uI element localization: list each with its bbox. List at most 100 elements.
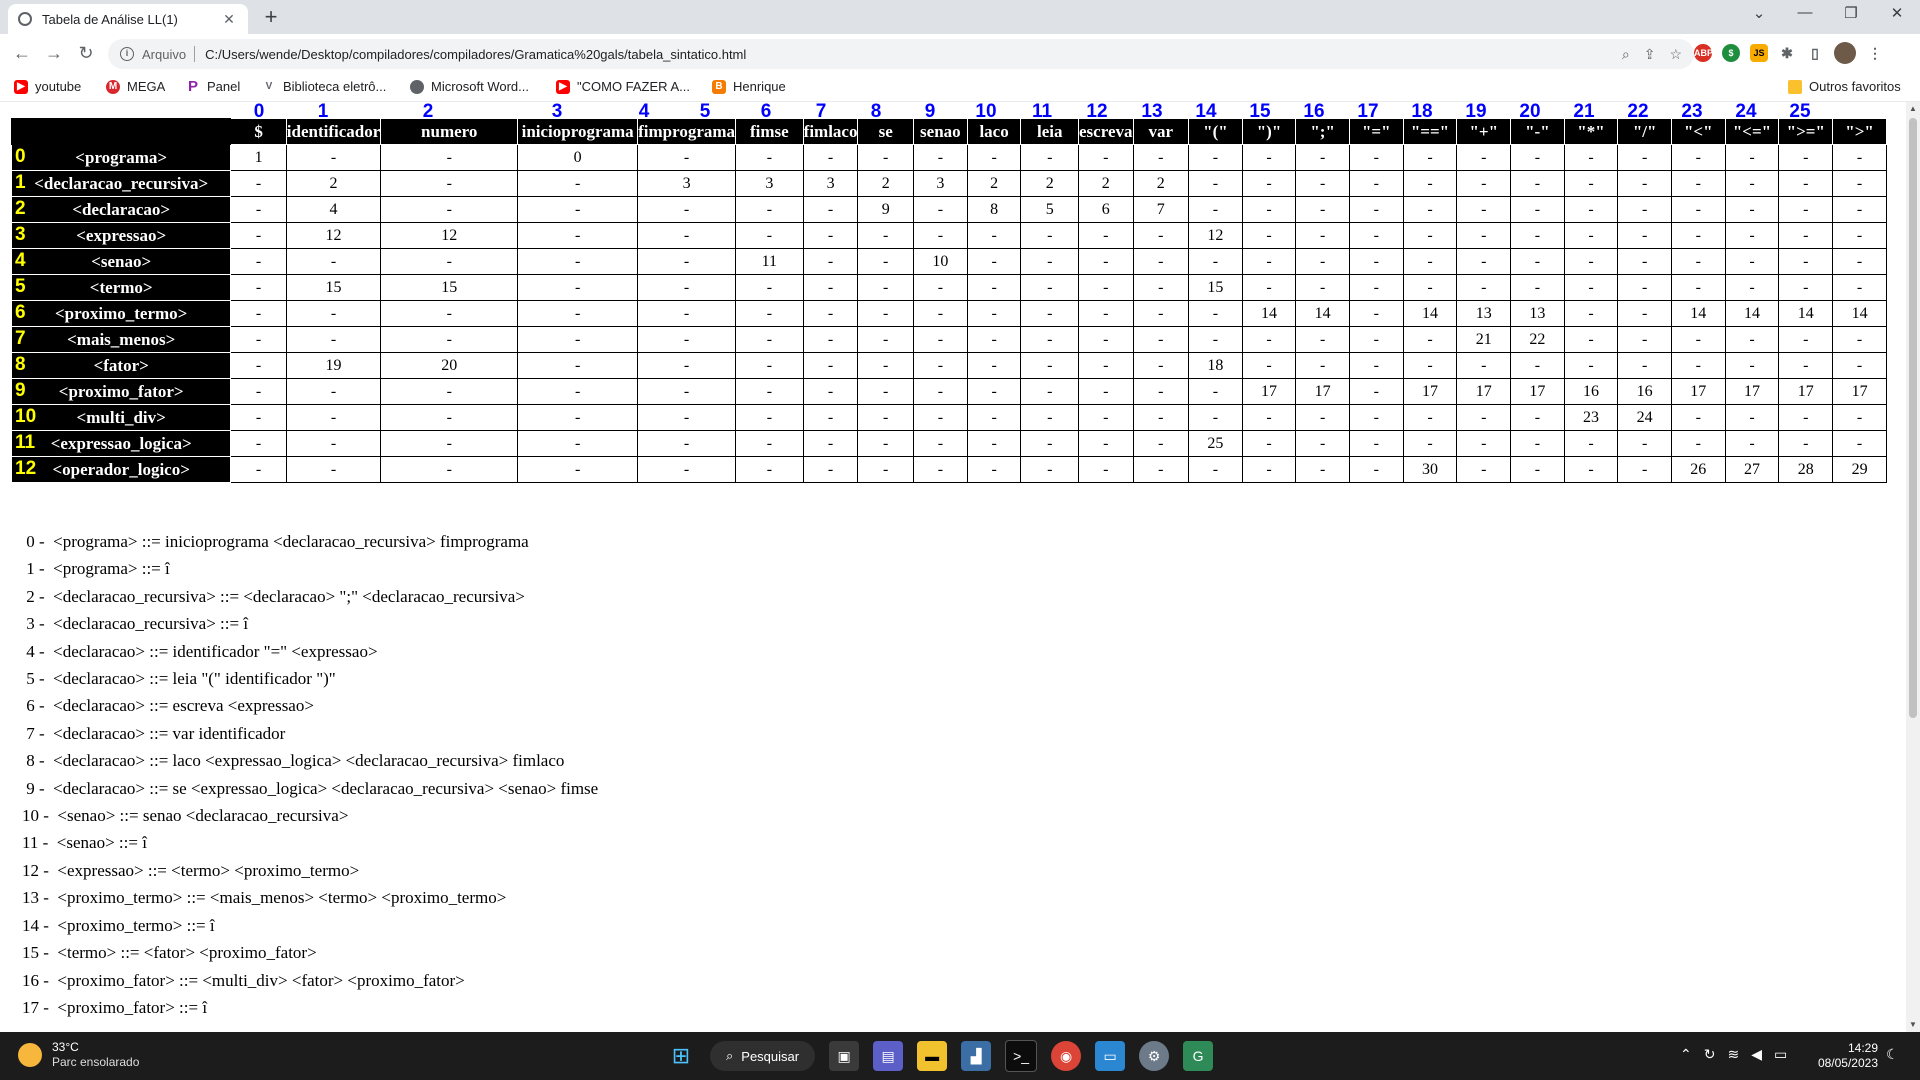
bookmark-panel[interactable]: P Panel — [186, 79, 240, 95]
new-tab-button[interactable]: + — [258, 4, 284, 30]
chevron-up-icon[interactable]: ⌃ — [1680, 1046, 1692, 1063]
speaker-icon[interactable]: ◀ — [1751, 1046, 1762, 1063]
task-view-icon[interactable]: ▣ — [829, 1041, 860, 1071]
table-cell: - — [517, 352, 639, 379]
bookmark-mega[interactable]: M MEGA — [106, 79, 165, 94]
windows-start-icon[interactable]: ⊞ — [666, 1041, 696, 1071]
address-bar[interactable]: i Arquivo C:/Users/wende/Desktop/compila… — [108, 39, 1694, 69]
table-cell: - — [1402, 144, 1458, 171]
bookmark-como-fazer[interactable]: ▶ "COMO FAZER A... — [556, 79, 690, 94]
zoom-icon[interactable]: ⌕ — [1622, 46, 1630, 63]
close-tab-icon[interactable]: ✕ — [220, 11, 238, 28]
row-header: 2 <declaracao> — [10, 196, 232, 223]
table-cell: - — [1778, 404, 1834, 431]
bookmark-youtube[interactable]: ▶ youtube — [14, 79, 81, 94]
notifications-moon-icon[interactable]: ☾ — [1886, 1046, 1899, 1063]
bookmark-word[interactable]: Microsoft Word... — [410, 79, 529, 94]
table-cell: 17 — [1295, 378, 1350, 405]
restore-button[interactable]: ❐ — [1828, 4, 1874, 22]
table-cell: - — [1078, 456, 1134, 483]
table-cell: - — [1563, 456, 1619, 483]
row-header: 4 <senao> — [10, 248, 232, 275]
forward-arrow-icon[interactable]: → — [42, 43, 66, 64]
clock[interactable]: 14:29 08/05/2023 — [1798, 1041, 1878, 1071]
bookmark-label: Outros favoritos — [1809, 79, 1901, 94]
table-cell: - — [735, 378, 804, 405]
table-cell: - — [1510, 170, 1565, 197]
grammar-rule: 14 - <proximo_termo> ::= î — [22, 915, 215, 935]
table-cell: - — [1724, 352, 1780, 379]
js-extension-icon[interactable]: JS — [1750, 44, 1768, 62]
menu-kebab-icon[interactable]: ⋮ — [1866, 44, 1884, 62]
side-panel-icon[interactable]: ▯ — [1806, 44, 1824, 62]
gals-app-icon[interactable]: G — [1183, 1041, 1214, 1071]
sync-icon[interactable]: ↻ — [1704, 1046, 1716, 1063]
bookmark-label: Biblioteca eletrô... — [283, 79, 387, 94]
teams-chat-icon[interactable]: ▤ — [873, 1041, 904, 1071]
bookmark-biblioteca[interactable]: V Biblioteca eletrô... — [262, 79, 387, 94]
table-row: 9 <proximo_fator> - - - - - - - - - - - - - -17 17-17 17 1… — [10, 378, 1887, 405]
table-cell: - — [1241, 248, 1297, 275]
settings-gear-icon[interactable]: ⚙ — [1139, 1041, 1170, 1071]
close-window-button[interactable]: ✕ — [1874, 4, 1920, 22]
scroll-down-arrow-icon[interactable]: ▼ — [1906, 1018, 1920, 1032]
row-header: 1 <declaracao_recursiva> — [10, 170, 232, 197]
minimize-button[interactable]: — — [1782, 4, 1828, 21]
table-cell: - — [1724, 170, 1780, 197]
monitor-app-icon[interactable]: ▟ — [961, 1041, 992, 1071]
table-cell: 30 — [1402, 456, 1458, 483]
table-cell: - — [1563, 352, 1619, 379]
tab-search-icon[interactable]: ⌄ — [1736, 4, 1782, 22]
table-cell: - — [1456, 352, 1512, 379]
table-cell: - — [1132, 352, 1190, 379]
grammar-rule: 1 - <programa> ::= î — [22, 559, 170, 579]
bookmark-henrique[interactable]: B Henrique — [712, 79, 786, 94]
table-cell: - — [1778, 248, 1834, 275]
table-cell: - — [380, 404, 519, 431]
bookmark-star-icon[interactable]: ☆ — [1669, 46, 1682, 63]
row-number: 10 — [15, 406, 37, 427]
table-cell: - — [802, 222, 859, 249]
row-header: 10 <multi_div> — [10, 404, 232, 431]
info-icon[interactable]: i — [120, 47, 134, 61]
table-cell: 11 — [735, 248, 804, 275]
weather-widget[interactable]: 33°C Parc ensolarado — [18, 1040, 139, 1070]
bookmark-label: Henrique — [733, 79, 786, 94]
table-cell: - — [1078, 404, 1134, 431]
table-cell: - — [230, 378, 287, 405]
url-text[interactable]: C:/Users/wende/Desktop/compiladores/comp… — [205, 47, 1622, 62]
taskbar-search[interactable]: ⌕ Pesquisar — [710, 1041, 816, 1071]
table-cell: 2 — [1132, 170, 1190, 197]
browser-tab[interactable]: Tabela de Análise LL(1) ✕ — [8, 4, 248, 34]
scroll-thumb[interactable] — [1909, 118, 1917, 718]
page-scrollbar[interactable]: ▲ ▼ — [1906, 102, 1920, 1032]
table-cell: - — [1348, 222, 1404, 249]
table-cell: - — [1617, 170, 1672, 197]
reload-icon[interactable]: ↻ — [74, 43, 98, 64]
scroll-up-arrow-icon[interactable]: ▲ — [1906, 102, 1920, 116]
terminal-icon[interactable]: >_ — [1005, 1040, 1038, 1072]
page-content: 0 1 2 3 4 5 6 7 8 9 10 11 12 13 14 15 16 17 18 19 20 21 22 23 24… — [0, 102, 1906, 1032]
wifi-icon[interactable]: ≋ — [1727, 1046, 1739, 1063]
adblock-icon[interactable]: ABP — [1694, 44, 1713, 62]
nonterminal-label: <programa> — [75, 147, 168, 167]
other-bookmarks[interactable]: Outros favoritos — [1788, 79, 1901, 94]
money-extension-icon[interactable]: $ — [1722, 44, 1740, 62]
search-label: Pesquisar — [741, 1048, 800, 1064]
share-icon[interactable]: ⇪ — [1644, 46, 1656, 63]
table-cell: 17 — [1670, 378, 1726, 405]
chrome-icon[interactable]: ◉ — [1051, 1041, 1082, 1071]
battery-icon[interactable]: ▭ — [1774, 1046, 1787, 1063]
table-cell: 14 — [1402, 300, 1458, 327]
file-explorer-icon[interactable]: ▬ — [917, 1041, 948, 1071]
table-row: 4 <senao> - - - - -11- -10- - - - - - - - - - - - - - - - - — [10, 248, 1887, 275]
profile-avatar[interactable] — [1834, 42, 1856, 64]
table-cell: - — [1078, 352, 1134, 379]
table-cell: - — [1832, 144, 1887, 171]
extensions-puzzle-icon[interactable]: ✱ — [1778, 44, 1796, 62]
table-cell: - — [966, 274, 1022, 301]
nonterminal-label: <expressao> — [76, 225, 167, 245]
table-cell: - — [1295, 326, 1350, 353]
back-arrow-icon[interactable]: ← — [10, 43, 34, 64]
remote-desktop-icon[interactable]: ▭ — [1095, 1041, 1126, 1071]
